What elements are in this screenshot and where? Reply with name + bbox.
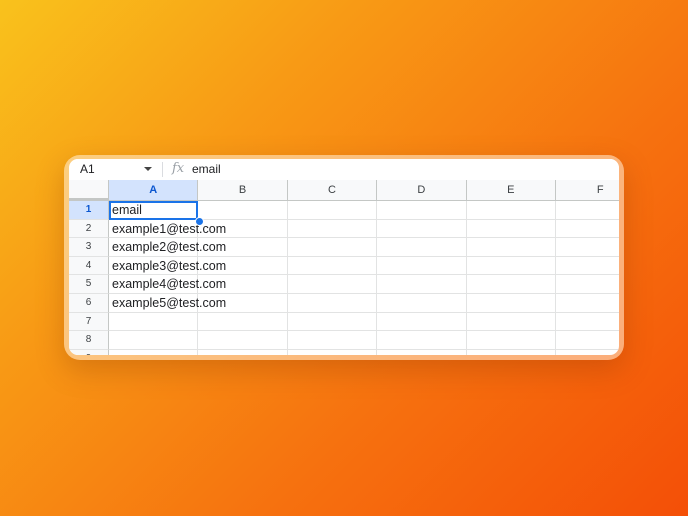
cell-c5[interactable] [288, 275, 377, 294]
cell-c9[interactable] [288, 350, 377, 355]
cell-a5[interactable]: example4@test.com [109, 275, 198, 294]
cell-d9[interactable] [377, 350, 466, 355]
column-header-a[interactable]: A [109, 180, 198, 201]
cell-e7[interactable] [467, 313, 556, 332]
cell-a3[interactable]: example2@test.com [109, 238, 198, 257]
cell-d8[interactable] [377, 331, 466, 350]
cell-c8[interactable] [288, 331, 377, 350]
cell-b1[interactable] [198, 201, 287, 220]
cell-d2[interactable] [377, 220, 466, 239]
cell-e3[interactable] [467, 238, 556, 257]
formula-bar-divider [162, 162, 163, 177]
function-icon: fx [172, 161, 184, 177]
chevron-down-icon[interactable] [144, 167, 152, 171]
cell-c7[interactable] [288, 313, 377, 332]
formula-input[interactable]: email [192, 161, 221, 177]
row-header[interactable]: 5 [69, 275, 109, 294]
row-header[interactable]: 9 [69, 350, 109, 355]
column-header-c[interactable]: C [288, 180, 377, 201]
cell-f6[interactable] [556, 294, 619, 313]
cell-c4[interactable] [288, 257, 377, 276]
cell-c3[interactable] [288, 238, 377, 257]
cell-f1[interactable] [556, 201, 619, 220]
row-header[interactable]: 6 [69, 294, 109, 313]
cell-b6[interactable] [198, 294, 287, 313]
cell-e2[interactable] [467, 220, 556, 239]
cell-c2[interactable] [288, 220, 377, 239]
cell-d3[interactable] [377, 238, 466, 257]
cell-f8[interactable] [556, 331, 619, 350]
column-header-e[interactable]: E [467, 180, 556, 201]
column-header-b[interactable]: B [198, 180, 287, 201]
row-header[interactable]: 2 [69, 220, 109, 239]
cell-a4[interactable]: example3@test.com [109, 257, 198, 276]
cell-f4[interactable] [556, 257, 619, 276]
cell-d1[interactable] [377, 201, 466, 220]
active-cell-border [109, 201, 198, 220]
cell-c6[interactable] [288, 294, 377, 313]
cell-e8[interactable] [467, 331, 556, 350]
cell-e9[interactable] [467, 350, 556, 355]
column-header-f[interactable]: F [556, 180, 619, 201]
cell-b7[interactable] [198, 313, 287, 332]
cell-e4[interactable] [467, 257, 556, 276]
cell-b8[interactable] [198, 331, 287, 350]
cell-b2[interactable] [198, 220, 287, 239]
cell-f3[interactable] [556, 238, 619, 257]
row-header[interactable]: 1 [69, 201, 109, 220]
cell-b3[interactable] [198, 238, 287, 257]
cell-a9[interactable] [109, 350, 198, 355]
cell-a7[interactable] [109, 313, 198, 332]
cell-f5[interactable] [556, 275, 619, 294]
select-all-corner[interactable] [69, 180, 109, 201]
cell-c1[interactable] [288, 201, 377, 220]
cell-f7[interactable] [556, 313, 619, 332]
row-header[interactable]: 8 [69, 331, 109, 350]
cell-d5[interactable] [377, 275, 466, 294]
cell-d4[interactable] [377, 257, 466, 276]
row-header[interactable]: 4 [69, 257, 109, 276]
cell-e1[interactable] [467, 201, 556, 220]
spreadsheet-window: A1 fx email ABCDEF 1 email 2example1@test.… [69, 159, 619, 355]
cell-b9[interactable] [198, 350, 287, 355]
name-box[interactable]: A1 [80, 161, 95, 177]
cell-b4[interactable] [198, 257, 287, 276]
cell-e5[interactable] [467, 275, 556, 294]
cell-a8[interactable] [109, 331, 198, 350]
cell-e6[interactable] [467, 294, 556, 313]
cell-a6[interactable]: example5@test.com [109, 294, 198, 313]
column-header-d[interactable]: D [377, 180, 466, 201]
cell-a2[interactable]: example1@test.com [109, 220, 198, 239]
cell-d7[interactable] [377, 313, 466, 332]
cell-b5[interactable] [198, 275, 287, 294]
cell-f2[interactable] [556, 220, 619, 239]
cell-d6[interactable] [377, 294, 466, 313]
row-header[interactable]: 3 [69, 238, 109, 257]
formula-bar: A1 fx email [69, 159, 619, 180]
fill-handle[interactable] [195, 217, 204, 226]
row-header[interactable]: 7 [69, 313, 109, 332]
cell-f9[interactable] [556, 350, 619, 355]
